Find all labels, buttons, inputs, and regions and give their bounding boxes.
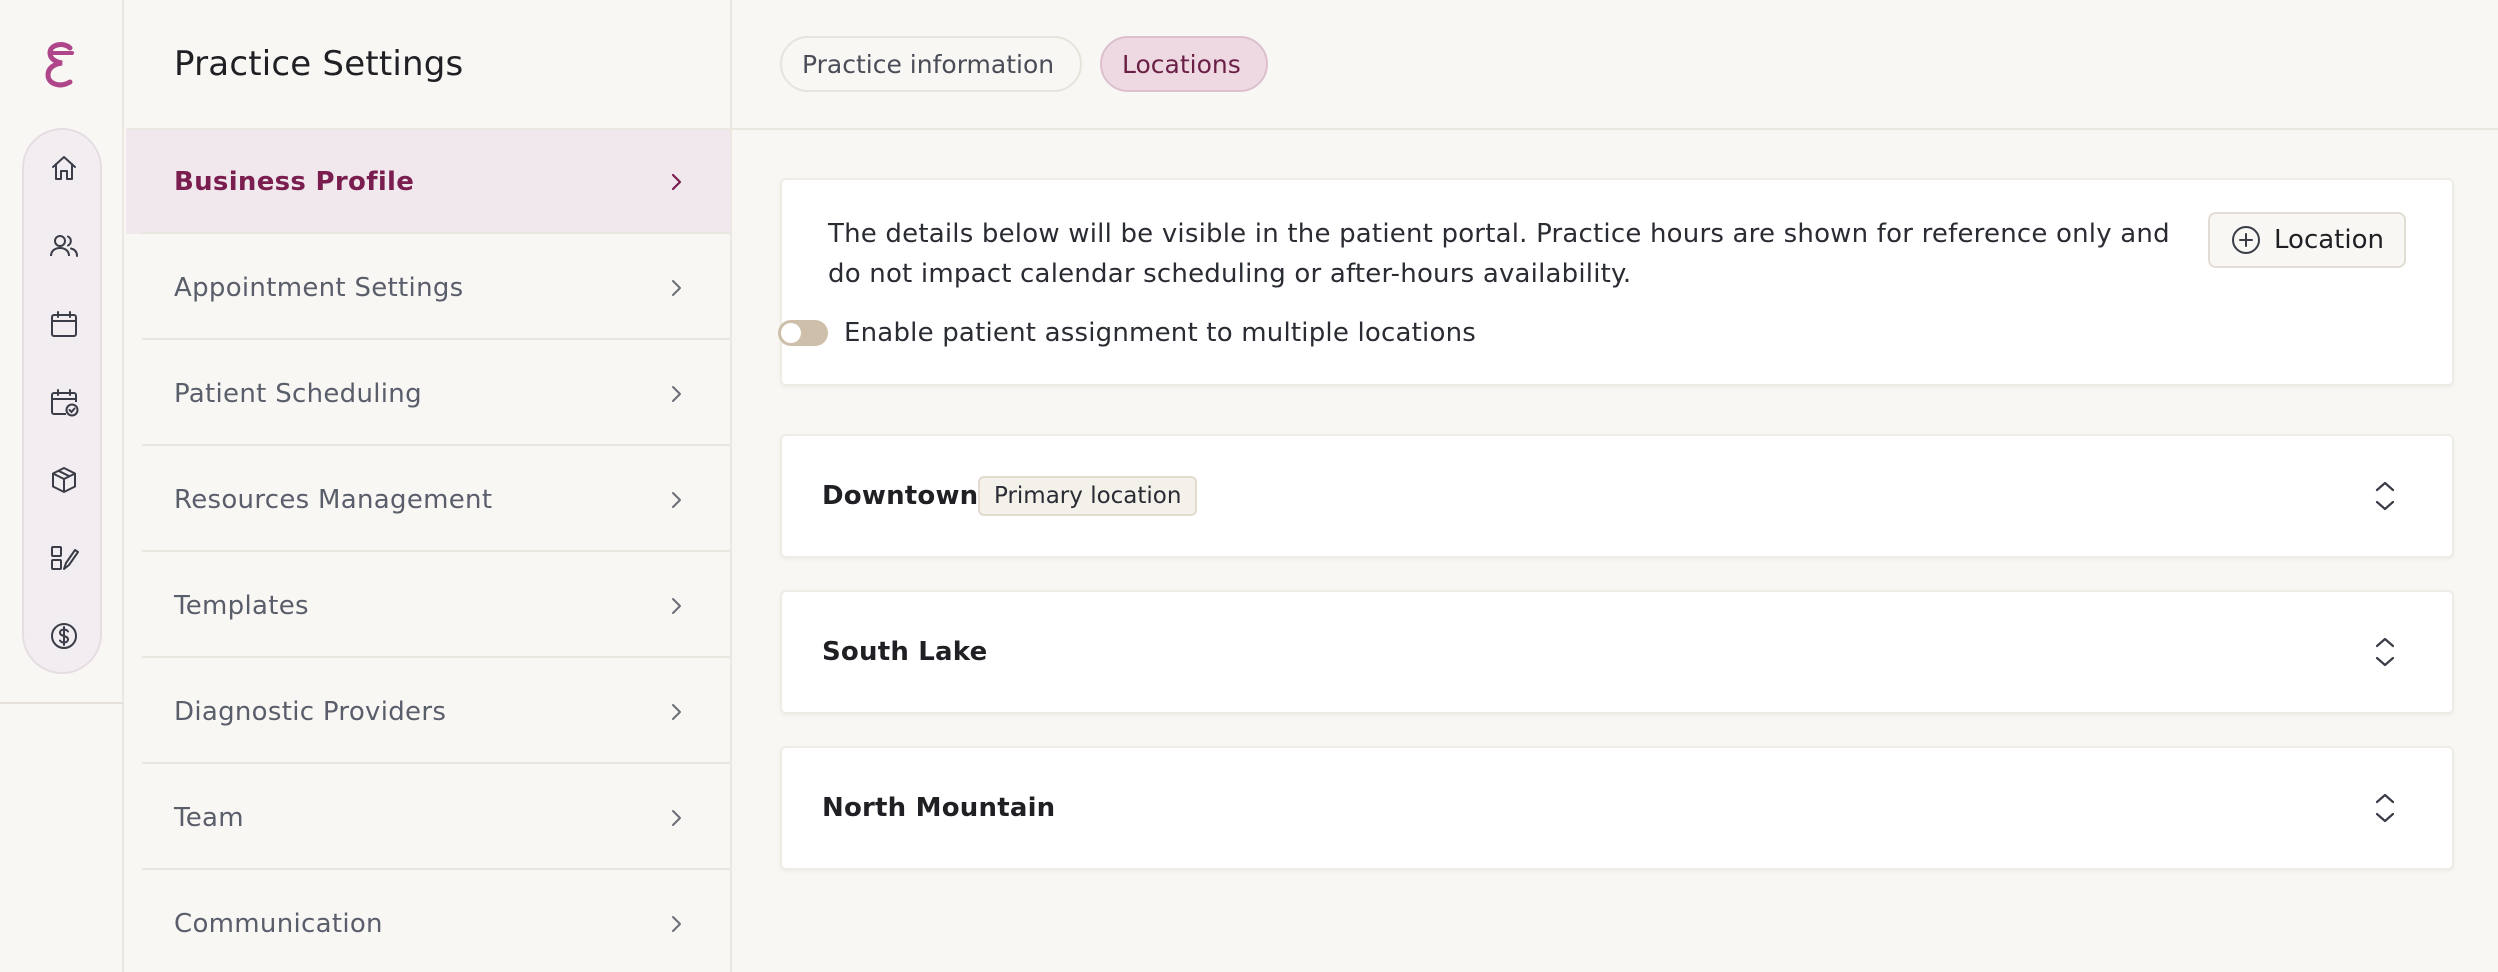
sidebar-item-team[interactable]: Team	[126, 766, 730, 870]
settings-sidebar: Practice Settings Business Profile Appoi…	[126, 0, 732, 972]
locations-info-card: The details below will be visible in the…	[780, 178, 2454, 386]
sidebar-item-patient-scheduling[interactable]: Patient Scheduling	[126, 342, 730, 446]
multi-location-toggle-label: Enable patient assignment to multiple lo…	[844, 318, 1477, 348]
sidebar-item-resources-management[interactable]: Resources Management	[126, 448, 730, 552]
chevron-right-icon	[672, 916, 681, 932]
sidebar-item-diagnostic-providers[interactable]: Diagnostic Providers	[126, 660, 730, 764]
location-card-south-lake[interactable]: South Lake	[780, 590, 2454, 714]
primary-location-badge: Primary location	[978, 476, 1198, 516]
sidebar-item-business-profile[interactable]: Business Profile	[126, 130, 730, 234]
chevron-right-icon	[671, 173, 682, 191]
toggle-knob	[781, 323, 801, 343]
expand-collapse-icon[interactable]	[2372, 790, 2398, 826]
sidebar-item-label: Communication	[174, 909, 383, 939]
brand-logo-icon[interactable]	[40, 40, 84, 90]
sidebar-item-label: Team	[174, 803, 244, 833]
sidebar-item-label: Resources Management	[174, 485, 493, 515]
dollar-icon[interactable]	[48, 620, 80, 652]
location-card-downtown[interactable]: Downtown Primary location	[780, 434, 2454, 558]
checklist-edit-icon[interactable]	[48, 542, 80, 574]
multi-location-toggle[interactable]	[778, 320, 828, 346]
chevron-right-icon	[672, 810, 681, 826]
locations-description: The details below will be visible in the…	[828, 219, 2170, 289]
users-icon[interactable]	[48, 230, 80, 262]
page-title: Practice Settings	[174, 44, 464, 84]
multi-location-toggle-row: Enable patient assignment to multiple lo…	[778, 318, 1476, 348]
location-name: South Lake	[822, 637, 988, 667]
plus-circle-icon	[2232, 226, 2261, 254]
settings-header: Practice Settings	[126, 0, 730, 130]
box-icon[interactable]	[48, 464, 80, 496]
expand-collapse-icon[interactable]	[2372, 478, 2398, 514]
rail-nav	[22, 128, 102, 674]
chevron-right-icon	[672, 598, 681, 614]
location-name: Downtown	[822, 481, 979, 511]
sidebar-item-communication[interactable]: Communication	[126, 872, 730, 972]
expand-collapse-icon[interactable]	[2372, 634, 2398, 670]
calendar-check-icon[interactable]	[48, 386, 80, 418]
calendar-icon[interactable]	[48, 308, 80, 340]
tab-practice-information[interactable]: Practice information	[780, 36, 1082, 92]
chevron-right-icon	[672, 492, 681, 508]
icon-rail	[0, 0, 124, 972]
rail-divider	[0, 702, 124, 704]
sidebar-item-templates[interactable]: Templates	[126, 554, 730, 658]
add-location-button[interactable]: Location	[2208, 212, 2406, 268]
chevron-right-icon	[672, 280, 681, 296]
chevron-right-icon	[672, 704, 681, 720]
chevron-right-icon	[672, 386, 681, 402]
app: Practice Settings Business Profile Appoi…	[0, 0, 2498, 972]
home-icon[interactable]	[48, 152, 80, 184]
tab-locations[interactable]: Locations	[1100, 36, 1268, 92]
sidebar-item-appointment-settings[interactable]: Appointment Settings	[126, 236, 730, 340]
location-name: North Mountain	[822, 793, 1056, 823]
main-content: Practice information Locations The detai…	[732, 0, 2498, 972]
sidebar-item-label: Templates	[174, 591, 309, 621]
sidebar-item-label: Appointment Settings	[174, 273, 464, 303]
tab-bar: Practice information Locations	[732, 0, 2498, 130]
add-location-label: Location	[2274, 225, 2384, 255]
sidebar-item-label: Patient Scheduling	[174, 379, 422, 409]
sidebar-item-label: Diagnostic Providers	[174, 697, 447, 727]
location-card-north-mountain[interactable]: North Mountain	[780, 746, 2454, 870]
sidebar-item-label: Business Profile	[174, 167, 415, 197]
